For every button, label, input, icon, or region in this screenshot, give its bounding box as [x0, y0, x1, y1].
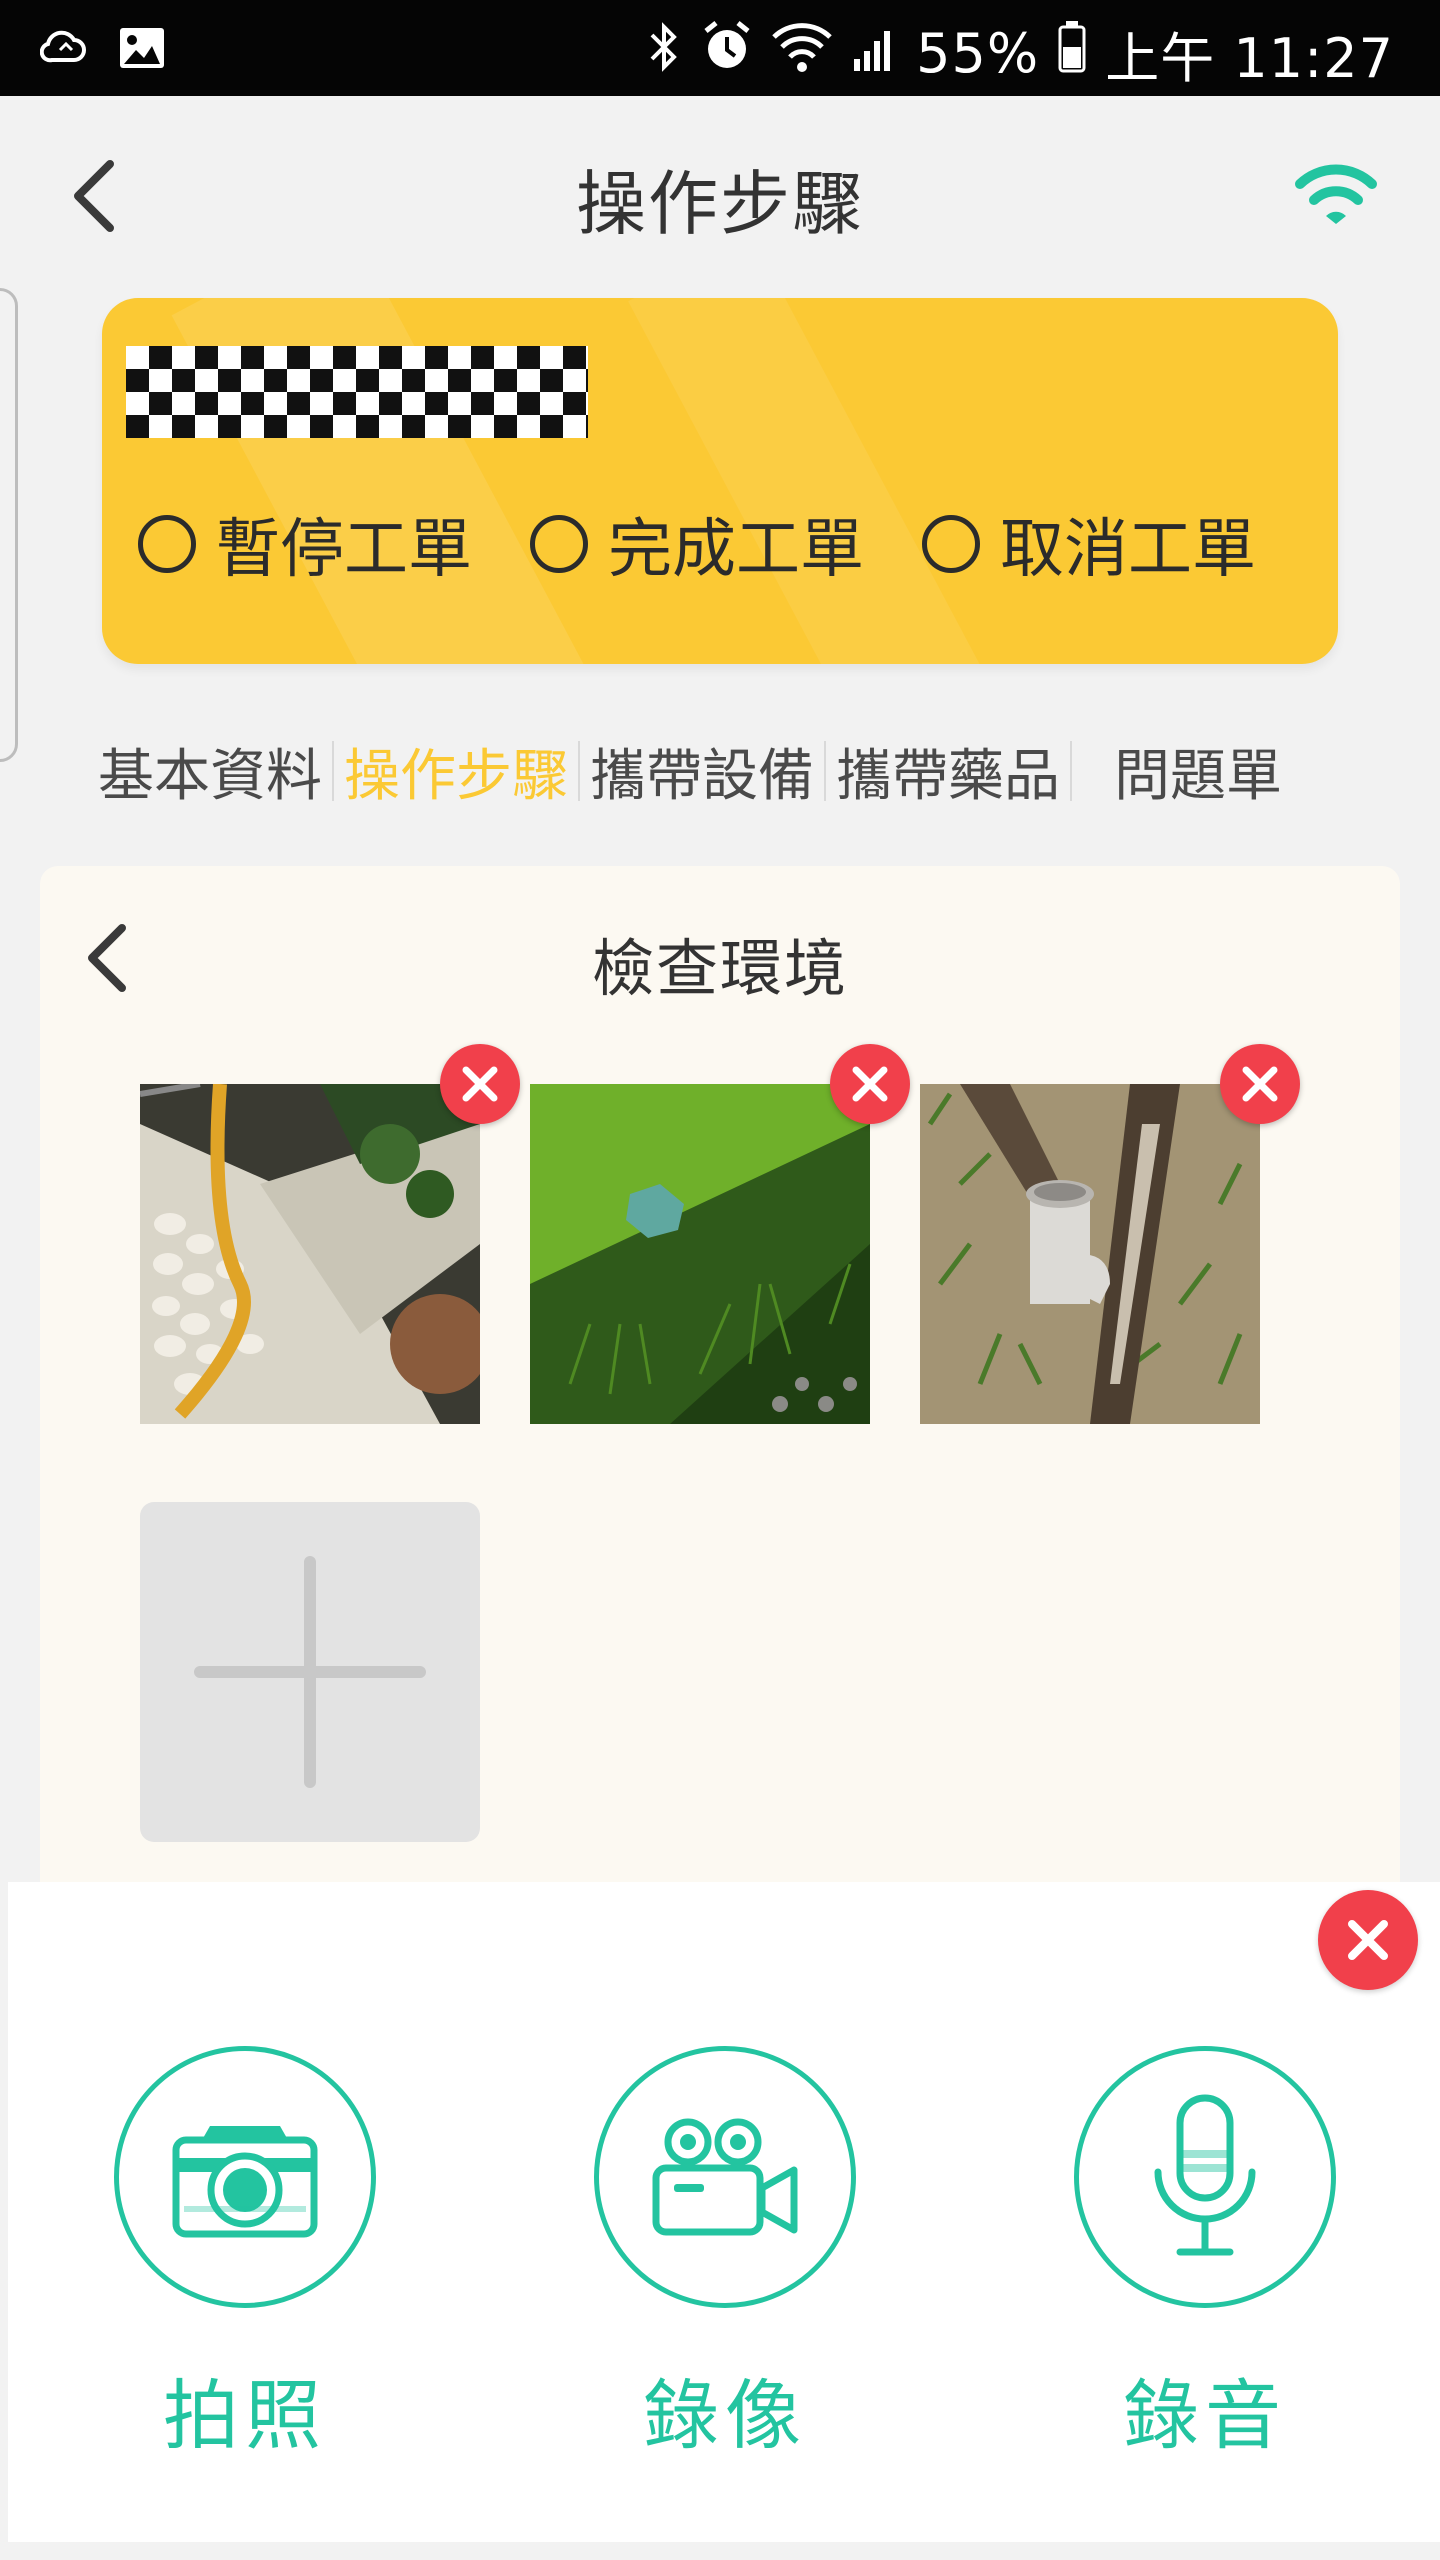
battery-icon [1057, 19, 1087, 88]
microphone-icon [1154, 2094, 1256, 2256]
photo-thumbnail[interactable] [530, 1084, 870, 1424]
tab-operation-steps[interactable]: 操作步驟 [334, 731, 578, 812]
video-camera-icon [652, 2118, 798, 2236]
alarm-icon [702, 19, 752, 88]
status-bar: 55% 上午 11:27 [0, 0, 1440, 96]
side-drawer-handle[interactable] [0, 288, 18, 762]
cloud-sync-icon [39, 26, 88, 74]
clock: 上午 11:27 [1105, 27, 1394, 90]
bluetooth-icon [644, 19, 684, 88]
work-order-card: 暫停工單 完成工單 取消工單 [102, 298, 1338, 664]
app-bar: 操作步驟 [0, 96, 1440, 296]
image-notification-icon [118, 26, 166, 74]
photo-thumbnail[interactable] [140, 1084, 480, 1424]
media-circle [1074, 2046, 1336, 2308]
tab-basic-info[interactable]: 基本資料 [88, 731, 332, 812]
record-audio-button[interactable]: 錄音 [1074, 2046, 1336, 2464]
wifi-icon [1295, 164, 1377, 224]
option-complete-order[interactable]: 完成工單 [530, 498, 864, 590]
step-panel: 檢查環境 [40, 866, 1400, 1926]
redacted-order-number [126, 346, 588, 438]
camera-icon [172, 2126, 318, 2238]
option-label: 完成工單 [608, 513, 864, 587]
radio-circle-icon [922, 515, 980, 573]
tab-issues[interactable]: 問題單 [1104, 731, 1292, 812]
page-title: 操作步驟 [576, 163, 864, 245]
close-icon [462, 1066, 498, 1102]
tab-medicine[interactable]: 攜帶藥品 [826, 731, 1070, 812]
option-label: 暫停工單 [216, 513, 472, 587]
order-action-options: 暫停工單 完成工單 取消工單 [138, 498, 1256, 590]
radio-circle-icon [138, 515, 196, 573]
wifi-status-icon [770, 19, 834, 88]
tab-equipment[interactable]: 攜帶設備 [580, 731, 824, 812]
tab-bar: 基本資料 操作步驟 攜帶設備 攜帶藥品 問題單 [88, 726, 1348, 816]
tab-divider [1070, 741, 1072, 801]
take-photo-button[interactable]: 拍照 [114, 2046, 376, 2464]
photo-garden-hose-stones [140, 1084, 480, 1424]
media-circle [114, 2046, 376, 2308]
connection-status [1294, 162, 1378, 226]
add-photo-button[interactable] [140, 1502, 480, 1842]
close-icon [1348, 1920, 1388, 1960]
media-label: 錄像 [643, 2371, 807, 2460]
record-video-button[interactable]: 錄像 [594, 2046, 856, 2464]
close-icon [852, 1066, 888, 1102]
delete-photo-button[interactable] [1220, 1044, 1300, 1124]
option-label: 取消工單 [1000, 513, 1256, 587]
media-label: 拍照 [163, 2371, 327, 2460]
radio-circle-icon [530, 515, 588, 573]
media-circle [594, 2046, 856, 2308]
media-label: 錄音 [1123, 2371, 1287, 2460]
photo-lawn-grass [530, 1084, 870, 1424]
signal-icon [852, 19, 898, 88]
photo-thumbnail[interactable] [920, 1084, 1260, 1424]
step-title: 檢查環境 [591, 932, 848, 1005]
battery-percent: 55% [916, 22, 1040, 85]
photo-pipe-between-trees [920, 1084, 1260, 1424]
plus-icon [194, 1556, 426, 1788]
delete-photo-button[interactable] [830, 1044, 910, 1124]
close-sheet-button[interactable] [1318, 1890, 1418, 1990]
close-icon [1242, 1066, 1278, 1102]
delete-photo-button[interactable] [440, 1044, 520, 1124]
option-cancel-order[interactable]: 取消工單 [922, 498, 1256, 590]
option-pause-order[interactable]: 暫停工單 [138, 498, 472, 590]
